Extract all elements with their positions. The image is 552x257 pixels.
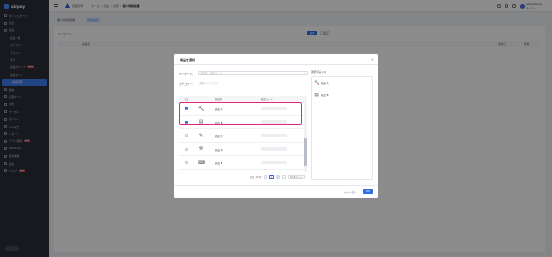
- product-row[interactable]: ✎ 商品 C: [179, 129, 303, 143]
- col-product-name: 商品名: [215, 98, 223, 102]
- row-checkbox[interactable]: [185, 147, 188, 151]
- checkbox-icon: [185, 97, 188, 101]
- selected-item-name: 商品 B: [321, 94, 329, 97]
- prev-page-button[interactable]: ‹: [263, 175, 268, 179]
- product-name: 商品 C: [215, 135, 223, 138]
- product-code: [261, 147, 287, 151]
- product-code: [261, 160, 287, 164]
- product-image-icon: ⚒: [198, 146, 204, 152]
- category-label: カテゴリー：: [179, 83, 195, 86]
- product-image-icon: ✎: [198, 132, 204, 139]
- product-name: 商品 D: [215, 148, 223, 152]
- close-icon[interactable]: ×: [371, 57, 374, 62]
- keyword-input[interactable]: 商品名、商品コード ⌕: [198, 70, 308, 75]
- total-count: 合計 10 件: [249, 176, 262, 179]
- product-image-icon: 🔨: [314, 80, 320, 86]
- page-size-select[interactable]: 10 件/ページ: [288, 175, 305, 179]
- next-page-button[interactable]: ›: [282, 175, 287, 179]
- col-product-code: 商品コード: [261, 98, 273, 102]
- product-row[interactable]: ⌨ 商品 E: [179, 156, 303, 170]
- select-all-checkbox[interactable]: [185, 97, 188, 101]
- selection-highlight: [179, 102, 302, 125]
- select-product-dialog: 商品を選択 × キーワード： 商品名、商品コード ⌕ カテゴリー： 選択してくだ…: [174, 54, 378, 198]
- selected-list: 🔨 商品 A ▤ 商品 B: [311, 76, 373, 180]
- row-checkbox[interactable]: [185, 134, 188, 137]
- keyword-label: キーワード：: [179, 73, 195, 76]
- selected-item[interactable]: ▤ 商品 B: [314, 91, 329, 99]
- page-2-button[interactable]: 2: [275, 175, 281, 179]
- scrollbar-thumb[interactable]: [304, 138, 307, 166]
- checkbox-icon: [185, 161, 188, 164]
- dialog-title: 商品を選択: [180, 58, 196, 62]
- product-name: 商品 E: [215, 162, 223, 165]
- product-code: [261, 133, 287, 137]
- selected-label: 選択済み (2): [311, 71, 326, 74]
- search-icon[interactable]: ⌕: [304, 72, 305, 75]
- ok-button[interactable]: OK: [363, 189, 373, 194]
- page-1-button[interactable]: 1: [269, 175, 274, 179]
- pagination: 合計 10 件 ‹ 1 2 › 10 件/ページ: [179, 174, 307, 180]
- product-image-icon: ▤: [314, 92, 319, 98]
- checkbox-icon: [185, 134, 188, 137]
- row-checkbox[interactable]: [185, 161, 188, 164]
- selected-item[interactable]: 🔨 商品 A: [314, 79, 329, 87]
- product-row[interactable]: ⚒ 商品 D: [179, 143, 303, 156]
- selected-item-name: 商品 A: [321, 82, 329, 85]
- checkbox-icon: [185, 147, 188, 151]
- category-select[interactable]: 選択してください: [198, 81, 308, 86]
- product-image-icon: ⌨: [198, 159, 206, 166]
- cancel-button[interactable]: キャンセル: [340, 189, 360, 194]
